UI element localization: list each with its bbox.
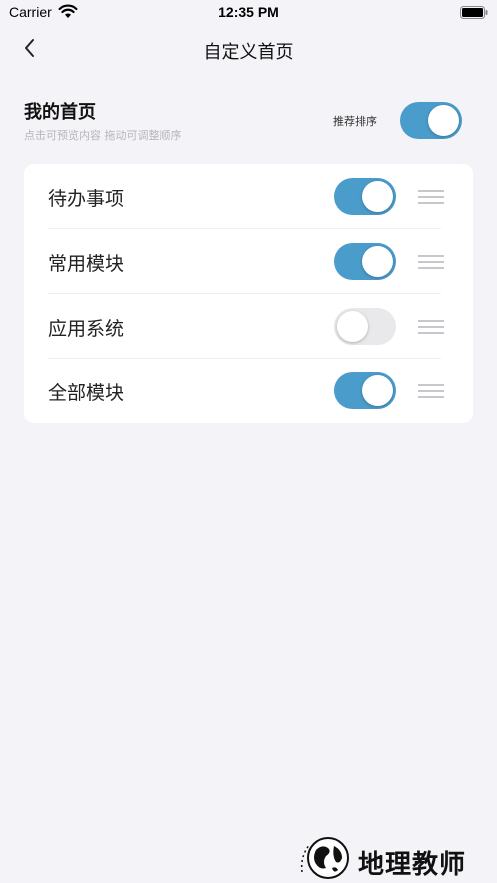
module-toggle-common[interactable] [334, 243, 396, 280]
clock: 12:35 PM [218, 4, 279, 20]
watermark-text: 地理教师 [358, 850, 467, 880]
module-list-card: 待办事项 常用模块 应用系统 全部模块 [24, 164, 473, 423]
toggle-knob [362, 181, 393, 212]
section-title: 我的首页 [24, 102, 96, 123]
battery-icon [460, 6, 488, 19]
drag-handle-icon[interactable] [418, 254, 446, 270]
status-bar: Carrier 12:35 PM [0, 0, 497, 26]
page-title: 自定义首页 [203, 42, 294, 63]
module-row-common[interactable]: 常用模块 [24, 229, 473, 294]
toggle-knob [362, 246, 393, 277]
globe-logo-icon [300, 837, 349, 879]
screen: Carrier 12:35 PM 自定义首页 我的首页 点击可预览内容 拖动可调… [0, 0, 497, 883]
toggle-knob [428, 105, 459, 136]
module-row-todo[interactable]: 待办事项 [24, 164, 473, 229]
module-label: 应用系统 [48, 318, 125, 340]
recommend-sort-label: 推荐排序 [333, 115, 377, 128]
module-label: 待办事项 [48, 188, 125, 210]
module-label: 全部模块 [48, 382, 125, 404]
drag-handle-icon[interactable] [418, 319, 446, 335]
module-toggle-todo[interactable] [334, 178, 396, 215]
drag-handle-icon[interactable] [418, 189, 446, 205]
section-hint: 点击可预览内容 拖动可调整顺序 [24, 129, 182, 142]
module-toggle-all[interactable] [334, 372, 396, 409]
drag-handle-icon[interactable] [418, 383, 446, 399]
module-row-all[interactable]: 全部模块 [24, 358, 473, 423]
module-row-apps[interactable]: 应用系统 [24, 294, 473, 359]
recommend-sort-toggle[interactable] [400, 102, 462, 139]
toggle-knob [362, 375, 393, 406]
module-toggle-apps[interactable] [334, 308, 396, 345]
toggle-knob [337, 311, 368, 342]
module-label: 常用模块 [48, 253, 125, 275]
watermark: 地理教师 [296, 832, 496, 882]
